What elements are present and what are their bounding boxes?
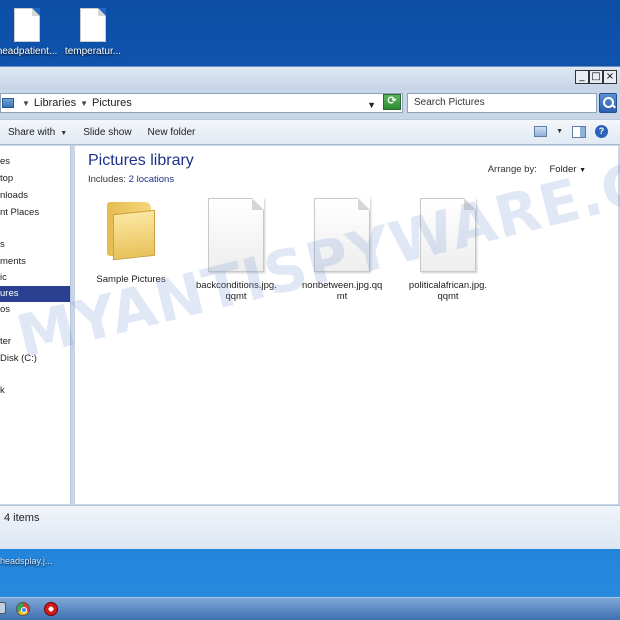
address-row: ▼ Libraries ▼ Pictures ▼ ⟳ Search Pictur… xyxy=(0,91,620,115)
breadcrumb-pictures[interactable]: Pictures xyxy=(92,97,132,109)
taskbar xyxy=(0,597,620,620)
folder-item[interactable]: Sample Pictures xyxy=(91,198,171,285)
address-bar[interactable]: ▼ Libraries ▼ Pictures ▼ xyxy=(0,93,403,113)
desktop-file-icon-2[interactable]: temperatur... xyxy=(60,8,126,57)
desktop-file-icon-1[interactable]: headpatient... xyxy=(0,8,60,57)
folder-icon xyxy=(105,202,157,261)
nav-item-network[interactable]: k xyxy=(0,383,70,399)
desktop-file-label-partial[interactable]: headsplay.j... xyxy=(0,556,52,566)
item-label: backconditions.jpg. qqmt xyxy=(196,280,277,302)
nav-item-favorites[interactable]: es xyxy=(0,154,70,170)
nav-item-local-disk[interactable]: Disk (C:) xyxy=(0,351,70,367)
nav-item-label: top xyxy=(0,173,14,184)
nav-item-downloads[interactable]: nloads xyxy=(0,188,70,204)
search-input[interactable]: Search Pictures xyxy=(407,93,597,113)
refresh-button[interactable]: ⟳ xyxy=(383,94,401,110)
explorer-window: _ □ × ▼ Libraries ▼ Pictures ▼ ⟳ Search … xyxy=(0,66,620,549)
nav-item-computer[interactable]: ter xyxy=(0,334,70,350)
item-label: Sample Pictures xyxy=(96,274,166,285)
breadcrumb-libraries[interactable]: Libraries xyxy=(34,97,76,109)
chevron-down-icon: ▼ xyxy=(60,129,68,137)
command-bar: Share with ▼ Slide show New folder ▼ ? xyxy=(0,119,620,145)
status-bar: 4 items xyxy=(0,505,620,549)
document-icon xyxy=(14,8,40,42)
arrange-by-value: Folder xyxy=(549,164,577,175)
nav-item-label: os xyxy=(0,304,11,315)
share-with-label: Share with xyxy=(8,126,56,138)
file-icon xyxy=(420,198,476,272)
close-button[interactable]: × xyxy=(603,70,617,84)
nav-item-pictures[interactable]: ures xyxy=(0,286,70,302)
opera-icon[interactable] xyxy=(44,602,58,616)
file-icon xyxy=(314,198,370,272)
file-view: Pictures library Includes: 2 locations A… xyxy=(75,146,618,504)
minimize-button[interactable]: _ xyxy=(575,70,589,84)
chevron-down-icon[interactable]: ▼ xyxy=(556,128,563,135)
new-folder-button[interactable]: New folder xyxy=(140,127,204,138)
chevron-down-icon: ▼ xyxy=(579,167,586,174)
nav-item-label: ter xyxy=(0,336,12,347)
nav-item-label: ic xyxy=(0,272,7,283)
library-title: Pictures library xyxy=(88,152,194,169)
nav-item-label: s xyxy=(0,239,5,250)
nav-item-label: nt Places xyxy=(0,207,40,218)
includes-locations-link[interactable]: 2 locations xyxy=(129,174,174,185)
desktop-file-label: temperatur... xyxy=(64,46,122,57)
nav-item-label: k xyxy=(0,385,5,396)
document-icon xyxy=(80,8,106,42)
search-icon[interactable] xyxy=(599,93,617,113)
nav-item-videos[interactable]: os xyxy=(0,302,70,318)
nav-item-music[interactable]: ic xyxy=(0,270,70,286)
title-bar[interactable]: _ □ × xyxy=(0,67,620,89)
file-item[interactable]: politicalafrican.jpg. qqmt xyxy=(408,198,488,302)
nav-item-label: es xyxy=(0,156,11,167)
nav-item-label: ments xyxy=(0,256,26,267)
arrange-by-label: Arrange by: xyxy=(487,164,537,175)
chevron-right-icon[interactable]: ▼ xyxy=(80,99,88,108)
desktop-file-label: headpatient... xyxy=(0,46,58,57)
library-includes: Includes: 2 locations xyxy=(88,174,174,185)
window-controls: _ □ × xyxy=(575,70,617,84)
navigation-pane: es top nloads nt Places s ments ic ures … xyxy=(0,146,71,504)
nav-item-label: ures xyxy=(0,288,19,299)
maximize-button[interactable]: □ xyxy=(589,70,603,84)
preview-pane-icon[interactable] xyxy=(572,125,586,138)
library-icon xyxy=(2,98,14,108)
chevron-right-icon[interactable]: ▼ xyxy=(22,99,30,108)
help-icon[interactable]: ? xyxy=(595,125,608,138)
nav-item-label: nloads xyxy=(0,190,28,201)
share-with-button[interactable]: Share with ▼ xyxy=(0,127,75,138)
arrange-by-dropdown[interactable]: Folder ▼ xyxy=(549,164,586,175)
nav-item-label: Disk (C:) xyxy=(0,353,37,364)
file-item[interactable]: nonbetween.jpg.qq mt xyxy=(302,198,382,302)
chevron-down-icon[interactable]: ▼ xyxy=(367,100,376,110)
item-count: 4 items xyxy=(4,512,40,524)
arrange-by: Arrange by: Folder ▼ xyxy=(488,164,586,175)
file-item[interactable]: backconditions.jpg. qqmt xyxy=(196,198,277,302)
nav-item-desktop[interactable]: top xyxy=(0,171,70,187)
file-icon xyxy=(208,198,264,272)
change-view-icon[interactable] xyxy=(534,126,548,137)
chrome-icon[interactable] xyxy=(16,602,30,616)
includes-label: Includes: xyxy=(88,174,127,185)
nav-item-documents[interactable]: ments xyxy=(0,254,70,270)
slide-show-button[interactable]: Slide show xyxy=(75,127,139,138)
nav-item-recent-places[interactable]: nt Places xyxy=(0,205,70,221)
item-label: nonbetween.jpg.qq mt xyxy=(302,280,383,302)
toolbar-right: ▼ ? xyxy=(534,125,608,138)
nav-item-libraries[interactable]: s xyxy=(0,237,70,253)
taskbar-app-icon[interactable] xyxy=(0,602,6,614)
item-label: politicalafrican.jpg. qqmt xyxy=(408,280,488,302)
